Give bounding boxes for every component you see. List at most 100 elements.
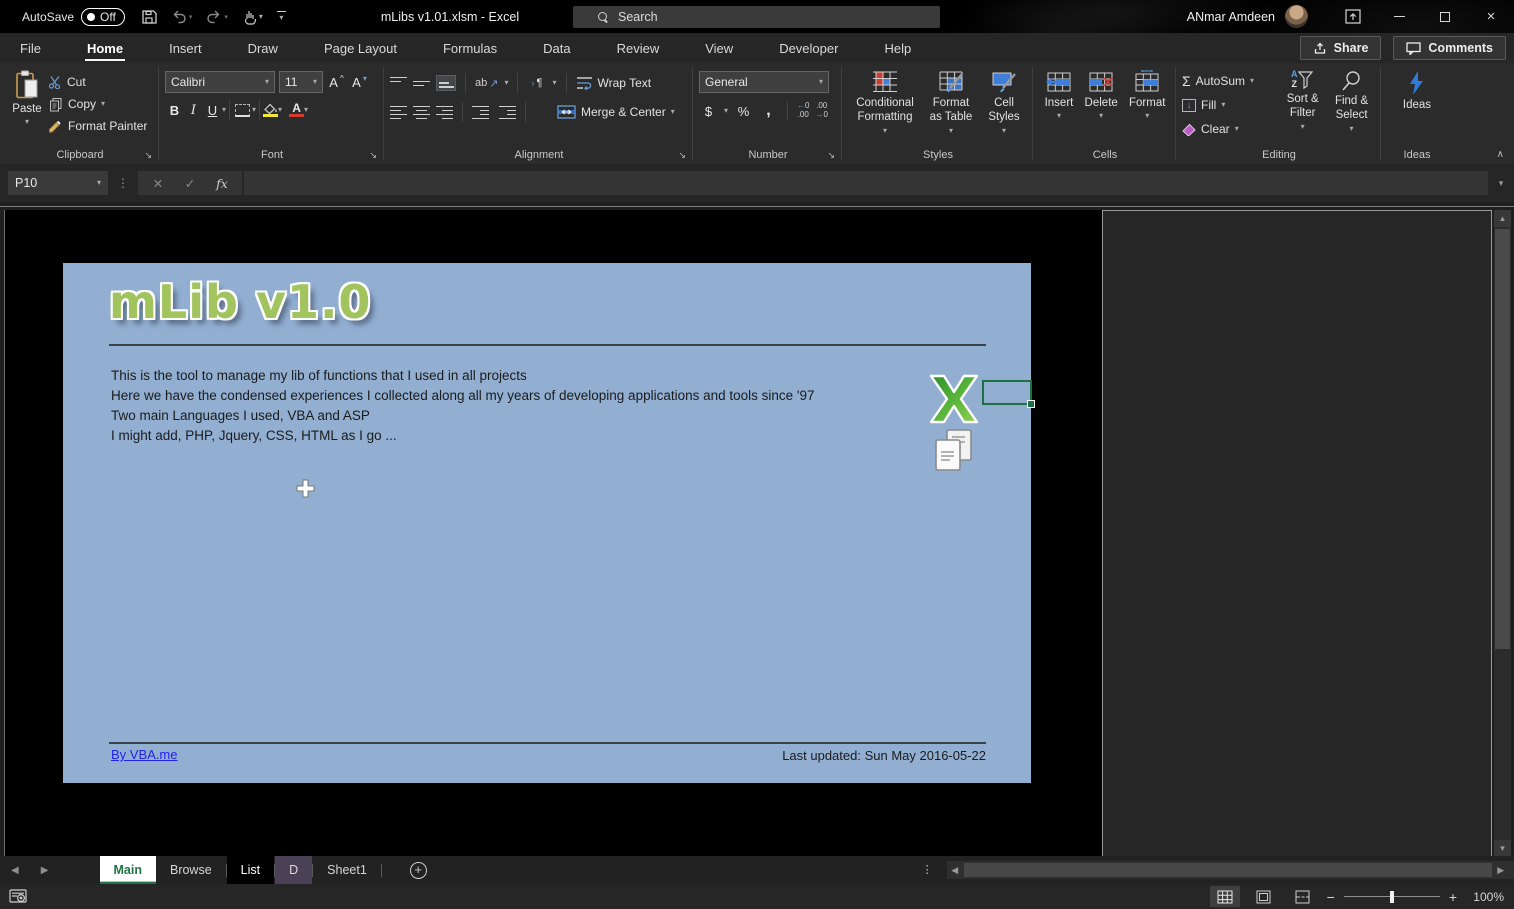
bottom-align-button[interactable] (436, 75, 456, 91)
autosave-control[interactable]: AutoSave Off (22, 7, 125, 26)
sheet-tab-browse[interactable]: Browse (156, 856, 226, 884)
scroll-down-icon[interactable]: ▼ (1494, 840, 1511, 857)
zoom-slider[interactable] (1343, 890, 1440, 903)
borders-button[interactable] (233, 99, 252, 121)
normal-view-button[interactable] (1209, 886, 1240, 907)
close-button[interactable]: × (1468, 0, 1514, 33)
underline-dropdown-icon[interactable]: ▾ (222, 106, 226, 114)
tab-home[interactable]: Home (71, 33, 139, 63)
sheet-tab-sheet1[interactable]: Sheet1 (313, 856, 381, 884)
paste-button[interactable]: Paste ▾ (6, 67, 48, 146)
zoom-out-button[interactable]: − (1327, 889, 1335, 905)
increase-decimal-button[interactable]: ←0.00 (797, 100, 809, 122)
fill-button[interactable]: ↓ Fill ▾ (1182, 94, 1278, 116)
autosum-button[interactable]: Σ AutoSum ▾ (1182, 70, 1278, 92)
scroll-right-icon[interactable]: ▶ (1493, 865, 1509, 876)
font-name-combo[interactable]: Calibri ▾ (165, 71, 275, 93)
zoom-slider-thumb[interactable] (1389, 890, 1395, 903)
text-direction-dropdown-icon[interactable]: ▾ (552, 79, 556, 87)
wrap-text-button[interactable]: Wrap Text (576, 72, 651, 94)
format-painter-button[interactable]: Format Painter (48, 115, 147, 137)
page-break-view-button[interactable] (1288, 886, 1318, 907)
tab-formulas[interactable]: Formulas (427, 33, 513, 63)
italic-button[interactable]: I (184, 99, 203, 121)
zoom-in-button[interactable]: + (1449, 889, 1457, 905)
tab-review[interactable]: Review (601, 33, 676, 63)
decrease-font-button[interactable]: A ▾ (350, 71, 369, 93)
format-cells-button[interactable]: Format ▾ (1124, 67, 1170, 146)
sheet-tab-list[interactable]: List (226, 856, 275, 884)
orientation-dropdown-icon[interactable]: ▾ (504, 79, 508, 87)
borders-dropdown-icon[interactable]: ▾ (252, 106, 256, 114)
clear-button[interactable]: Clear ▾ (1182, 118, 1278, 140)
fill-color-button[interactable] (263, 99, 279, 121)
tab-file[interactable]: File (4, 33, 57, 63)
macro-record-button[interactable] (9, 888, 27, 905)
formula-bar-handle[interactable]: ⋮ (117, 176, 129, 190)
touch-mode-dropdown-icon[interactable]: ▾ (259, 12, 263, 21)
sheet-tab-d[interactable]: D (275, 856, 313, 884)
font-size-combo[interactable]: 11 ▾ (279, 71, 323, 93)
name-box[interactable]: P10 ▾ (8, 171, 108, 195)
bold-button[interactable]: B (165, 99, 184, 121)
customize-qat-button[interactable]: ▾ (276, 11, 286, 22)
autosum-dropdown-icon[interactable]: ▾ (1250, 77, 1254, 85)
increase-font-button[interactable]: A ^ (327, 71, 346, 93)
ideas-button[interactable]: Ideas (1398, 67, 1436, 146)
formula-bar-expand-icon[interactable]: ▾ (1488, 178, 1514, 189)
vertical-scroll-thumb[interactable] (1495, 229, 1510, 649)
tab-data[interactable]: Data (527, 33, 586, 63)
text-direction-button[interactable]: › ¶ (527, 72, 546, 94)
comma-style-button[interactable]: , (759, 100, 778, 122)
paste-dropdown-icon[interactable]: ▾ (25, 118, 29, 126)
fill-color-dropdown-icon[interactable]: ▾ (278, 106, 282, 114)
vertical-scrollbar[interactable]: ▲ ▼ (1494, 210, 1511, 857)
copy-dropdown-icon[interactable]: ▾ (101, 100, 105, 108)
save-button[interactable] (141, 9, 157, 25)
percent-style-button[interactable]: % (734, 100, 753, 122)
new-sheet-button[interactable]: + (409, 861, 427, 879)
user-name[interactable]: ANmar Amdeen (1187, 10, 1275, 24)
search-box[interactable]: Search (573, 6, 940, 28)
horizontal-scroll-thumb[interactable] (963, 863, 1492, 877)
user-avatar[interactable] (1285, 5, 1308, 28)
share-button[interactable]: Share (1299, 36, 1382, 60)
tab-developer[interactable]: Developer (763, 33, 854, 63)
number-dialog-launcher-icon[interactable]: ↘ (827, 150, 835, 161)
align-right-button[interactable] (436, 105, 453, 120)
horizontal-scrollbar[interactable]: ◀ ▶ (946, 861, 1514, 879)
clear-dropdown-icon[interactable]: ▾ (1235, 125, 1239, 133)
formula-input[interactable] (244, 171, 1488, 195)
decrease-indent-button[interactable] (472, 105, 489, 120)
comments-button[interactable]: Comments (1393, 36, 1506, 60)
sheet-nav-left-icon[interactable]: ◀ (0, 865, 30, 876)
merge-center-button[interactable]: Merge & Center ▾ (557, 101, 675, 123)
find-select-button[interactable]: Find & Select ▾ (1327, 67, 1376, 146)
conditional-formatting-button[interactable]: Conditional Formatting ▾ (848, 67, 922, 146)
collapse-ribbon-icon[interactable]: ∧ (1497, 149, 1504, 160)
middle-align-button[interactable] (413, 77, 430, 90)
copy-button[interactable]: Copy ▾ (48, 93, 147, 115)
increase-indent-button[interactable] (499, 105, 516, 120)
align-center-button[interactable] (413, 105, 430, 120)
clipboard-dialog-launcher-icon[interactable]: ↘ (144, 150, 152, 161)
zoom-level[interactable]: 100% (1466, 890, 1504, 904)
accounting-dropdown-icon[interactable]: ▾ (724, 107, 728, 115)
align-left-button[interactable] (390, 105, 407, 120)
undo-dropdown-icon[interactable]: ▾ (189, 13, 193, 21)
font-color-button[interactable]: A (289, 99, 305, 121)
cell-styles-button[interactable]: Cell Styles ▾ (980, 67, 1028, 146)
tab-view[interactable]: View (689, 33, 749, 63)
sheet-tab-main[interactable]: Main (99, 856, 156, 884)
undo-button[interactable]: ▾ (171, 9, 193, 24)
top-align-button[interactable] (390, 76, 407, 90)
scroll-up-icon[interactable]: ▲ (1494, 210, 1511, 227)
tab-help[interactable]: Help (868, 33, 927, 63)
fill-dropdown-icon[interactable]: ▾ (1221, 101, 1225, 109)
cut-button[interactable]: Cut (48, 71, 147, 93)
redo-dropdown-icon[interactable]: ▾ (224, 13, 228, 21)
maximize-button[interactable] (1422, 0, 1468, 33)
redo-button[interactable]: ▾ (206, 9, 228, 24)
page-layout-view-button[interactable] (1249, 886, 1279, 907)
active-cell-selection[interactable] (982, 380, 1035, 408)
